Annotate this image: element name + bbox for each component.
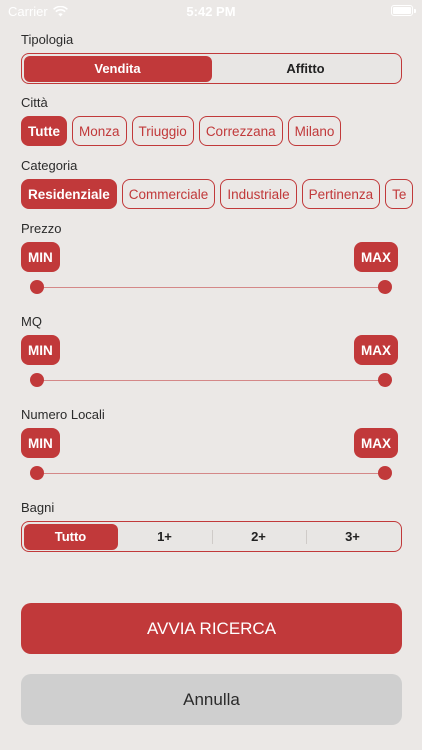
citta-chip-triuggio[interactable]: Triuggio (131, 116, 194, 146)
categoria-chip-pertinenza[interactable]: Pertinenza (301, 179, 381, 209)
citta-chip-correzzana[interactable]: Correzzana (198, 116, 283, 146)
citta-label: Città (21, 95, 48, 110)
status-bar: Carrier 5:42 PM (0, 0, 422, 22)
categoria-chip-residenziale[interactable]: Residenziale (21, 179, 117, 209)
citta-chip-milano[interactable]: Milano (287, 116, 342, 146)
numero-locali-label: Numero Locali (21, 407, 105, 422)
mq-min-button[interactable]: MIN (21, 335, 60, 365)
bagni-segmented-control: Tutto 1+ 2+ 3+ (21, 521, 402, 552)
locali-slider-max-handle[interactable] (378, 466, 392, 480)
categoria-chip-industriale[interactable]: Industriale (220, 179, 297, 209)
prezzo-min-button[interactable]: MIN (21, 242, 60, 272)
battery-icon (391, 5, 416, 16)
prezzo-max-button[interactable]: MAX (354, 242, 398, 272)
citta-chip-monza[interactable]: Monza (72, 116, 127, 146)
bagni-option-2plus[interactable]: 2+ (211, 524, 306, 550)
locali-slider-track (37, 473, 385, 474)
bagni-option-tutto[interactable]: Tutto (23, 523, 118, 550)
tipologia-segmented-control: Vendita Affitto (21, 53, 402, 84)
locali-slider-min-handle[interactable] (30, 466, 44, 480)
citta-chip-list: Tutte Monza Triuggio Correzzana Milano (21, 116, 422, 146)
locali-max-button[interactable]: MAX (354, 428, 398, 458)
clock: 5:42 PM (186, 4, 236, 19)
tipologia-option-vendita[interactable]: Vendita (23, 55, 212, 82)
avvia-ricerca-button[interactable]: AVVIA RICERCA (21, 603, 402, 654)
mq-slider-track (37, 380, 385, 381)
tipologia-label: Tipologia (21, 32, 74, 47)
mq-slider-min-handle[interactable] (30, 373, 44, 387)
prezzo-label: Prezzo (21, 221, 62, 236)
prezzo-slider-track (37, 287, 385, 288)
citta-chip-tutte[interactable]: Tutte (21, 116, 67, 146)
bagni-option-1plus[interactable]: 1+ (118, 524, 212, 550)
prezzo-slider-min-handle[interactable] (30, 280, 44, 294)
categoria-chip-commerciale[interactable]: Commerciale (121, 179, 216, 209)
categoria-label: Categoria (21, 158, 78, 173)
mq-max-button[interactable]: MAX (354, 335, 398, 365)
bagni-label: Bagni (21, 500, 55, 515)
prezzo-slider-max-handle[interactable] (378, 280, 392, 294)
locali-min-button[interactable]: MIN (21, 428, 60, 458)
categoria-chip-list: Residenziale Commerciale Industriale Per… (21, 179, 422, 209)
tipologia-option-affitto[interactable]: Affitto (212, 56, 400, 82)
bagni-option-3plus[interactable]: 3+ (305, 524, 400, 550)
categoria-chip-terreno[interactable]: Te (385, 179, 414, 209)
annulla-button[interactable]: Annulla (21, 674, 402, 725)
mq-label: MQ (21, 314, 42, 329)
mq-slider-max-handle[interactable] (378, 373, 392, 387)
